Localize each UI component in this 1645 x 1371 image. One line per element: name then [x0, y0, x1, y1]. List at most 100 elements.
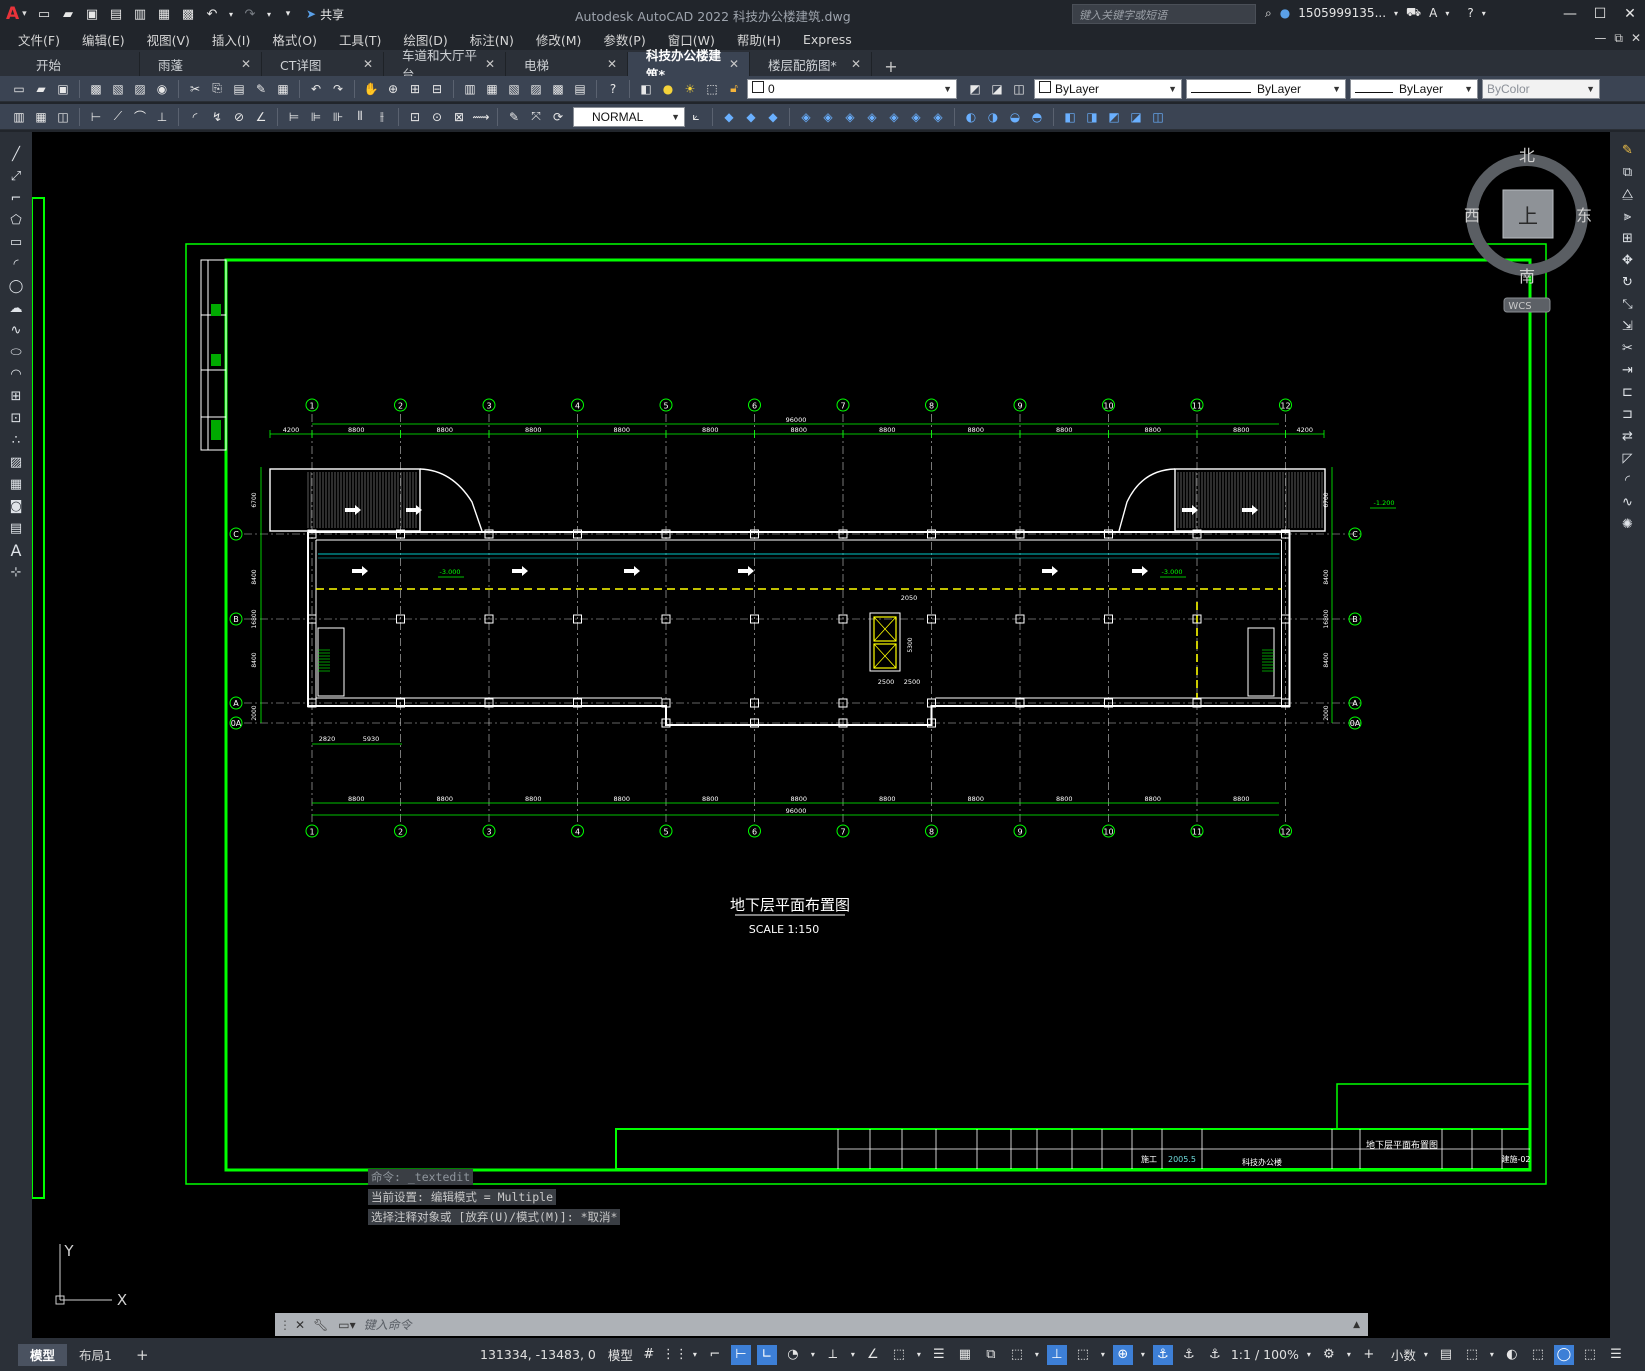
- stretch-icon[interactable]: ⇲: [1616, 316, 1640, 336]
- layer-lock-icon[interactable]: 🔓︎: [724, 79, 744, 99]
- make-current-layer-icon[interactable]: ◩: [965, 79, 985, 99]
- print-icon[interactable]: ▩: [178, 4, 198, 24]
- offset-icon[interactable]: ⫸: [1616, 206, 1640, 226]
- app-dropdown-icon[interactable]: ▾: [1445, 9, 1449, 18]
- pan-icon[interactable]: ✋: [361, 79, 381, 99]
- extrude-icon[interactable]: ◆: [763, 107, 783, 127]
- plot-icon[interactable]: ▩: [86, 79, 106, 99]
- multiline-text-icon[interactable]: A: [4, 540, 28, 560]
- save-as-icon[interactable]: ▤: [106, 4, 126, 24]
- explode-icon[interactable]: ✺: [1616, 514, 1640, 534]
- lock-ui-icon[interactable]: ⬚: [1462, 1345, 1482, 1365]
- help-search-input[interactable]: 键入关键字或短语: [1072, 4, 1256, 24]
- layer-states-icon[interactable]: ◫: [1009, 79, 1029, 99]
- gradient-icon[interactable]: ▦: [4, 474, 28, 494]
- units-value[interactable]: 小数: [1391, 1345, 1416, 1364]
- redo-icon[interactable]: ↷: [328, 79, 348, 99]
- tab-ct-detail[interactable]: CT详图 ✕: [262, 52, 384, 76]
- gizmo-dropdown-icon[interactable]: ▾: [1139, 1345, 1147, 1365]
- help-icon[interactable]: ?: [1467, 6, 1473, 20]
- undo-icon[interactable]: ↶: [202, 4, 222, 24]
- baseline-dim-icon[interactable]: ⊫: [306, 107, 326, 127]
- shell-icon[interactable]: ◐: [961, 107, 981, 127]
- viewcube-top-face[interactable]: 上: [1518, 204, 1538, 228]
- union-icon[interactable]: ◈: [862, 107, 882, 127]
- share-button[interactable]: ➤ 共享: [306, 6, 344, 23]
- command-recent-icon[interactable]: ▭▾: [338, 1318, 355, 1332]
- snap-icon[interactable]: ⋮⋮: [662, 1345, 688, 1365]
- polyline-icon[interactable]: ⌐: [4, 188, 28, 208]
- search-icon[interactable]: ⌕: [1265, 6, 1272, 21]
- selection-cycling-icon[interactable]: ⧉: [981, 1345, 1001, 1365]
- tab-driveway-hall[interactable]: 车道和大厅平台 ✕: [384, 48, 506, 82]
- viewcube-north[interactable]: 北: [1519, 146, 1535, 165]
- linear-dim-icon[interactable]: ⊢: [86, 107, 106, 127]
- dim-update-icon[interactable]: ⟳: [548, 107, 568, 127]
- zoom-previous-icon[interactable]: ⊟: [427, 79, 447, 99]
- jogged-dim-icon[interactable]: ↯: [207, 107, 227, 127]
- isometric-icon[interactable]: ⟂: [823, 1345, 843, 1365]
- dim-break-icon[interactable]: ⫲: [372, 107, 392, 127]
- arc-icon[interactable]: ◜: [4, 254, 28, 274]
- dimstyle-dropdown[interactable]: NORMAL ▼: [573, 106, 685, 127]
- command-grip-icon[interactable]: ⋮: [279, 1318, 291, 1332]
- new-icon[interactable]: ▭: [9, 79, 29, 99]
- slice-icon[interactable]: ◈: [928, 107, 948, 127]
- erase-icon[interactable]: ✎: [1616, 140, 1640, 160]
- close-window-icon[interactable]: ✕: [1615, 0, 1645, 28]
- copy-object-icon[interactable]: ⧉: [1616, 162, 1640, 182]
- spline-icon[interactable]: ∿: [4, 320, 28, 340]
- 3d-print-icon[interactable]: ◉: [152, 79, 172, 99]
- save-icon[interactable]: ▣: [53, 79, 73, 99]
- ellipse-arc-icon[interactable]: ◠: [4, 364, 28, 384]
- trim-icon[interactable]: ✂: [1616, 338, 1640, 358]
- polar-dropdown-icon[interactable]: ▾: [809, 1345, 817, 1365]
- open-icon[interactable]: ▰: [31, 79, 51, 99]
- layer-dropdown[interactable]: 0 ▼: [747, 78, 957, 99]
- revision-cloud-icon[interactable]: ☁: [4, 298, 28, 318]
- paste-icon[interactable]: ▤: [229, 79, 249, 99]
- zoom-realtime-icon[interactable]: ⊕: [383, 79, 403, 99]
- 3d-osnap-dropdown-icon[interactable]: ▾: [1033, 1345, 1041, 1365]
- close-tab-icon[interactable]: ✕: [607, 57, 617, 71]
- dim-space-icon[interactable]: ⫴: [350, 107, 370, 127]
- design-center-icon[interactable]: ▦: [482, 79, 502, 99]
- move-icon[interactable]: ✥: [1616, 250, 1640, 270]
- aligned-dim-icon[interactable]: ⟋: [108, 107, 128, 127]
- close-tab-icon[interactable]: ✕: [485, 57, 495, 71]
- box-icon[interactable]: ◆: [719, 107, 739, 127]
- dim-edit-icon[interactable]: ✎: [504, 107, 524, 127]
- rectangle-icon[interactable]: ▭: [4, 232, 28, 252]
- tab-model[interactable]: 模型: [18, 1343, 68, 1366]
- drawing-canvas[interactable]: 地下层平面布置图 2005.5 科技办公楼 施工 建施-02 4200 8800 8…: [32, 132, 1610, 1338]
- add-layout-icon[interactable]: +: [124, 1344, 161, 1366]
- undo-icon[interactable]: ↶: [306, 79, 326, 99]
- layer-properties-icon[interactable]: ◧: [636, 79, 656, 99]
- viewcube[interactable]: 上 北 南 东 西 WCS: [1464, 146, 1592, 313]
- plotstyle-dropdown[interactable]: ByColor ▼: [1482, 78, 1600, 99]
- ellipse-icon[interactable]: ⬭: [4, 342, 28, 362]
- close-tab-icon[interactable]: ✕: [729, 57, 739, 71]
- menu-edit[interactable]: 编辑(E): [82, 30, 125, 49]
- diameter-dim-icon[interactable]: ⊘: [229, 107, 249, 127]
- iso-dropdown-icon[interactable]: ▾: [849, 1345, 857, 1365]
- table-icon[interactable]: ▤: [4, 518, 28, 538]
- menu-file[interactable]: 文件(F): [18, 30, 60, 49]
- move-3d-icon[interactable]: ◈: [796, 107, 816, 127]
- ordinate-dim-icon[interactable]: ⊥: [152, 107, 172, 127]
- redo-dropdown-icon[interactable]: ▾: [264, 4, 274, 24]
- point-icon[interactable]: ∴: [4, 430, 28, 450]
- minimize-window-icon[interactable]: —: [1555, 0, 1585, 28]
- lineweight-dropdown[interactable]: ByLayer ▼: [1350, 78, 1478, 99]
- blend-curves-icon[interactable]: ∿: [1616, 492, 1640, 512]
- polar-tracking-icon[interactable]: ◔: [783, 1345, 803, 1365]
- cut-icon[interactable]: ✂: [185, 79, 205, 99]
- radius-dim-icon[interactable]: ◜: [185, 107, 205, 127]
- maximize-window-icon[interactable]: ☐: [1585, 0, 1615, 28]
- viewcube-east[interactable]: 东: [1576, 206, 1592, 225]
- autodesk-app-icon[interactable]: A: [1429, 6, 1437, 20]
- layer-on-icon[interactable]: ●: [658, 79, 678, 99]
- menu-tools[interactable]: 工具(T): [339, 30, 381, 49]
- customization-menu-icon[interactable]: ☰: [1606, 1345, 1626, 1365]
- extend-icon[interactable]: ⇥: [1616, 360, 1640, 380]
